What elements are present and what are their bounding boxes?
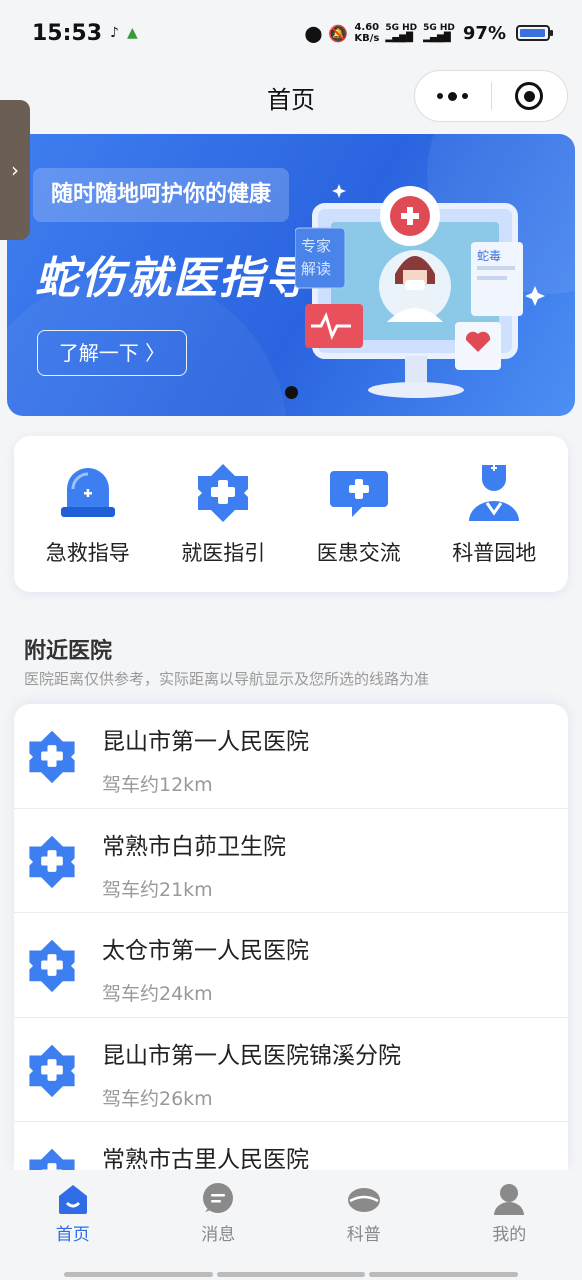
doctor-monitor-illustration: 专家 解读 蛇毒: [295, 184, 545, 398]
tab-messages[interactable]: 消息: [146, 1182, 291, 1245]
title-bar: 首页: [0, 66, 582, 130]
side-drawer-toggle[interactable]: ›: [0, 100, 30, 240]
hospital-distance: 驾车约26km: [102, 1087, 213, 1110]
quick-action-science[interactable]: 科普园地: [430, 461, 558, 567]
tab-profile[interactable]: 我的: [437, 1182, 582, 1245]
quick-action-doctor-chat[interactable]: 医患交流: [295, 461, 423, 567]
tab-label: 我的: [492, 1224, 527, 1245]
quick-actions-card: 急救指导 就医指引 医患交流 科普园地: [14, 436, 568, 592]
message-icon: [203, 1182, 234, 1213]
svg-text:专家: 专家: [301, 237, 331, 255]
banner-carousel[interactable]: 随时随地呵护你的健康 蛇伤就医指导 了解一下 〉 专家 解读 蛇毒: [7, 134, 575, 416]
location-icon: ⬤: [304, 23, 323, 43]
more-button[interactable]: [415, 71, 491, 121]
hospital-cross-icon: [29, 1044, 75, 1097]
svg-text:解读: 解读: [301, 260, 331, 278]
hospital-cross-icon: [29, 939, 75, 993]
target-icon: [515, 82, 544, 110]
hospital-cross-icon: [29, 730, 75, 784]
medical-cross-icon: [198, 464, 249, 522]
tab-label: 首页: [55, 1224, 90, 1245]
home-icon: [58, 1184, 87, 1214]
quick-action-medical-guide[interactable]: 就医指引: [159, 461, 287, 567]
hospital-item[interactable]: 常熟市白茆卫生院 驾车约21km: [14, 809, 568, 913]
battery-percent: 97%: [462, 22, 506, 44]
carousel-indicator[interactable]: [285, 386, 298, 399]
hospital-name: 常熟市白茆卫生院: [102, 833, 286, 860]
bottom-tab-bar: 首页 消息 科普 我的: [0, 1170, 582, 1256]
learn-more-button[interactable]: 了解一下 〉: [37, 330, 187, 376]
tab-home[interactable]: 首页: [0, 1182, 145, 1245]
quick-action-label: 医患交流: [316, 541, 401, 565]
hospital-distance: 驾车约21km: [102, 878, 213, 901]
signal-1: 5G HD ▂▄▆█: [385, 23, 418, 43]
hospital-item[interactable]: 常熟市古里人民医院: [14, 1122, 568, 1170]
hospital-item[interactable]: 昆山市第一人民医院 驾车约12km: [14, 704, 568, 809]
tab-label: 科普: [346, 1224, 381, 1245]
profile-icon: [494, 1183, 525, 1215]
more-dots-icon: [437, 91, 469, 101]
tab-science[interactable]: 科普: [291, 1182, 436, 1245]
ambulance-light-icon: [60, 468, 115, 517]
hospital-name: 太仓市第一人民医院: [102, 938, 309, 964]
battery-icon: [516, 25, 553, 41]
quick-action-first-aid[interactable]: 急救指导: [24, 461, 152, 567]
hospital-distance: 驾车约24km: [102, 983, 213, 1005]
mute-bell-icon: 🔕: [328, 23, 349, 43]
chevron-right-icon: ›: [11, 158, 19, 182]
science-icon: [347, 1187, 380, 1212]
status-time: 15:53: [32, 20, 103, 46]
signal-2: 5G HD ▂▄▆█: [423, 23, 455, 43]
banner-title: 蛇伤就医指导: [35, 253, 311, 304]
status-bar: 15:53 ♪ ▲ ⬤ 🔕 4.60 KB/s 5G HD ▂▄▆█ 5G HD ▂…: [0, 0, 582, 66]
quick-action-label: 急救指导: [45, 541, 130, 565]
hospital-name: 常熟市古里人民医院: [102, 1147, 309, 1170]
hospital-name: 昆山市第一人民医院: [102, 729, 309, 755]
hospital-item[interactable]: 昆山市第一人民医院锦溪分院 驾车约26km: [14, 1018, 568, 1122]
close-program-button[interactable]: [492, 71, 568, 121]
banner-subtitle: 随时随地呵护你的健康: [33, 168, 289, 222]
nurse-icon: [469, 465, 520, 521]
chat-cross-icon: [329, 471, 388, 517]
quick-action-label: 就医指引: [181, 541, 266, 565]
hospital-item[interactable]: 太仓市第一人民医院 驾车约24km: [14, 913, 568, 1018]
hospital-distance: 驾车约12km: [102, 774, 213, 796]
nearby-hospitals-title: 附近医院: [24, 639, 113, 664]
net-speed: 4.60 KB/s: [354, 22, 380, 44]
mini-program-capsule: [414, 70, 568, 122]
hospital-name: 昆山市第一人民医院锦溪分院: [102, 1042, 401, 1069]
nearby-hospitals-note: 医院距离仅供参考，实际距离以导航显示及您所选的线路为准: [24, 670, 430, 688]
tab-label: 消息: [201, 1224, 236, 1245]
quick-action-label: 科普园地: [452, 541, 537, 565]
hospital-cross-icon: [29, 835, 75, 888]
svg-text:蛇毒: 蛇毒: [477, 248, 501, 263]
app-notification-icon: ▲: [126, 25, 138, 41]
home-indicator[interactable]: [64, 1272, 519, 1277]
hospital-cross-icon: [29, 1148, 75, 1170]
hospital-list: 昆山市第一人民医院 驾车约12km 常熟市白茆卫生院 驾车约21km 太仓市第一…: [14, 704, 568, 1170]
tiktok-icon: ♪: [110, 25, 119, 41]
